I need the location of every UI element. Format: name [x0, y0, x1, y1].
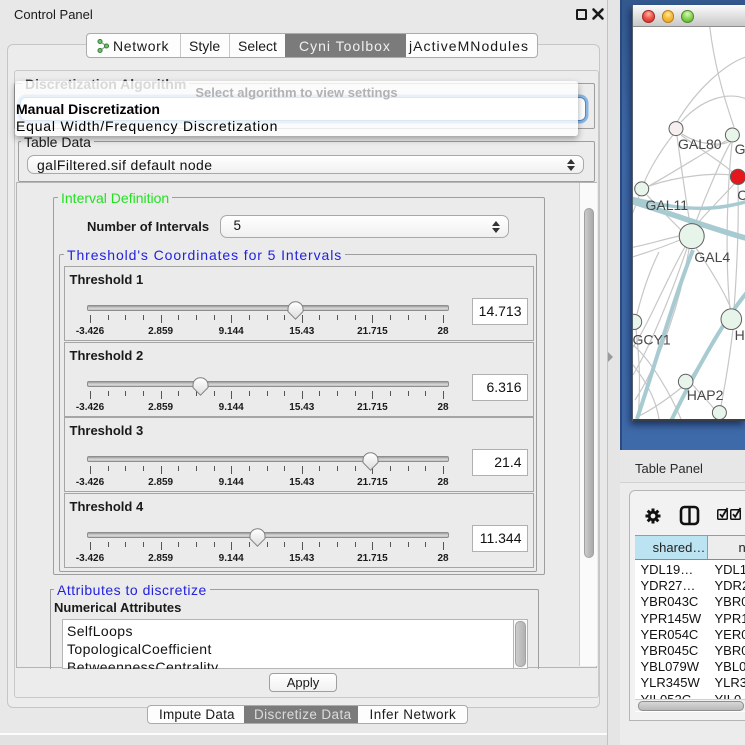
svg-text:GCY1: GCY1	[633, 332, 671, 348]
svg-text:C: C	[737, 187, 745, 203]
svg-text:GAL80: GAL80	[678, 136, 722, 152]
svg-text:H: H	[735, 327, 745, 343]
svg-text:GAL11: GAL11	[646, 197, 689, 213]
svg-text:HAP2: HAP2	[687, 387, 724, 403]
svg-text:GA: GA	[735, 141, 745, 157]
svg-text:GAL4: GAL4	[694, 249, 730, 265]
